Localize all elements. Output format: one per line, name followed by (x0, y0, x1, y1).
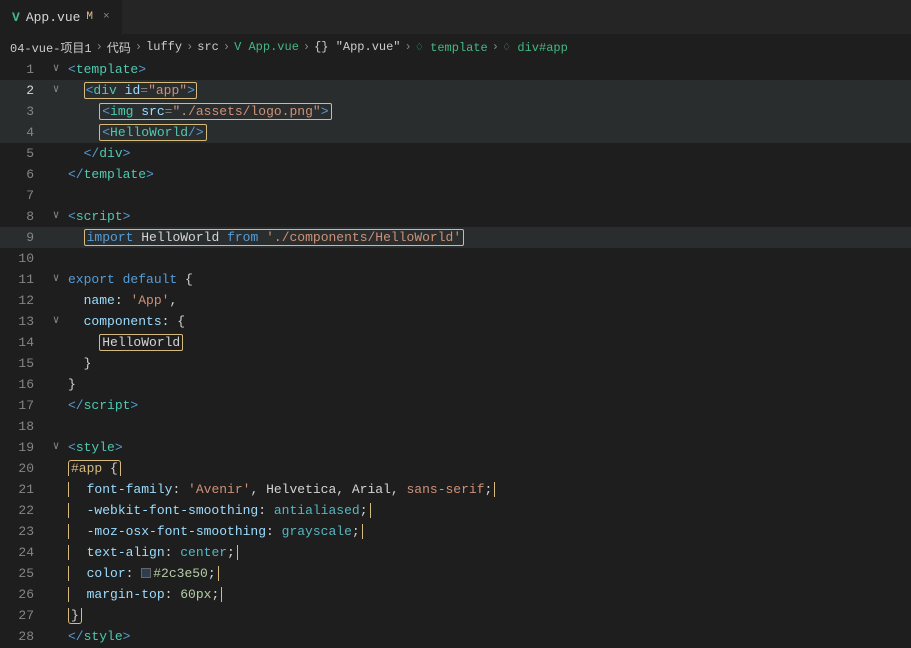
line-7: 7 (0, 185, 911, 206)
tab-close-button[interactable]: × (103, 11, 110, 23)
line-26: 26 margin-top: 60px; (0, 584, 911, 605)
line-2: 2 ∨ <div id="app"> (0, 80, 911, 101)
line-20: 20 #app { (0, 458, 911, 479)
line-9: 9 import HelloWorld from './components/H… (0, 227, 911, 248)
breadcrumb-sep: › (223, 40, 230, 54)
code-editor: 1 ∨ <template> 2 ∨ <div id="app"> 3 <img… (0, 59, 911, 648)
line-4: 4 <HelloWorld/> (0, 122, 911, 143)
breadcrumb-template: ♢ template (416, 40, 488, 55)
breadcrumb-divapp: ♢ div#app (503, 40, 568, 55)
line-16: 16 } (0, 374, 911, 395)
line-17: 17 </script> (0, 395, 911, 416)
line-14: 14 HelloWorld (0, 332, 911, 353)
line-3: 3 <img src="./assets/logo.png"> (0, 101, 911, 122)
line-8: 8 ∨ <script> (0, 206, 911, 227)
line-15: 15 } (0, 353, 911, 374)
line-19: 19 ∨ <style> (0, 437, 911, 458)
line-23: 23 -moz-osx-font-smoothing: grayscale; (0, 521, 911, 542)
line-25: 25 color: #2c3e50; (0, 563, 911, 584)
line-10: 10 (0, 248, 911, 269)
line-24: 24 text-align: center; (0, 542, 911, 563)
line-5: 5 </div> (0, 143, 911, 164)
breadcrumb-scope: {} "App.vue" (314, 40, 400, 54)
tab-filename: App.vue (26, 10, 81, 25)
line-27: 27 } (0, 605, 911, 626)
line-1: 1 ∨ <template> (0, 59, 911, 80)
line-11: 11 ∨ export default { (0, 269, 911, 290)
tab-bar: V App.vue M × (0, 0, 911, 35)
breadcrumb-luffy: luffy (146, 40, 182, 54)
line-22: 22 -webkit-font-smoothing: antialiased; (0, 500, 911, 521)
breadcrumb-src: src (197, 40, 219, 54)
tab-modified-indicator: M (86, 11, 93, 23)
breadcrumb-sep: › (96, 40, 103, 54)
line-21: 21 font-family: 'Avenir', Helvetica, Ari… (0, 479, 911, 500)
breadcrumb: 04-vue-项目1 › 代码 › luffy › src › V App.vu… (0, 35, 911, 59)
breadcrumb-project: 04-vue-项目1 (10, 39, 92, 56)
line-18: 18 (0, 416, 911, 437)
breadcrumb-sep: › (135, 40, 142, 54)
breadcrumb-file: V App.vue (234, 40, 299, 54)
app-vue-tab[interactable]: V App.vue M × (0, 0, 123, 35)
line-28: 28 </style> (0, 626, 911, 647)
breadcrumb-sep: › (186, 40, 193, 54)
breadcrumb-folder: 代码 (107, 39, 131, 56)
line-6: 6 </template> (0, 164, 911, 185)
breadcrumb-sep: › (303, 40, 310, 54)
line-13: 13 ∨ components: { (0, 311, 911, 332)
breadcrumb-sep: › (492, 40, 499, 54)
breadcrumb-sep: › (405, 40, 412, 54)
line-12: 12 name: 'App', (0, 290, 911, 311)
vue-icon: V (12, 10, 20, 25)
